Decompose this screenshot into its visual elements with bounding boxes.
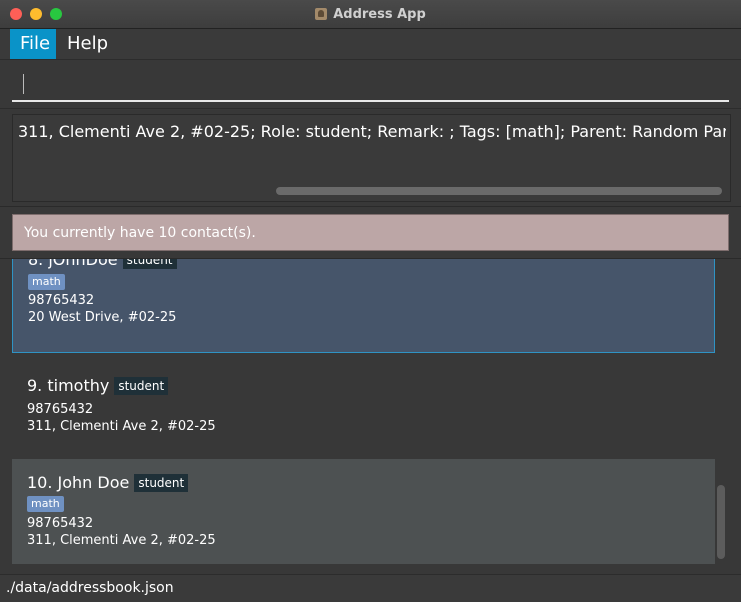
status-bar-footer: ./data/addressbook.json: [0, 574, 741, 602]
command-box-area: [0, 60, 741, 109]
contact-name: 8. jOhnDoe: [28, 259, 118, 269]
menu-file[interactable]: File: [10, 29, 56, 59]
contact-phone: 98765432: [27, 402, 94, 417]
contact-name-row: 9. timothy student: [27, 376, 169, 395]
status-banner: You currently have 10 contact(s).: [12, 214, 729, 251]
contact-card[interactable]: 9. timothy student 98765432 311, Clement…: [12, 353, 715, 459]
contact-phone: 98765432: [28, 293, 95, 308]
command-input[interactable]: [12, 68, 729, 102]
tag-badge: math: [28, 274, 65, 290]
result-horizontal-scrollbar[interactable]: [276, 187, 722, 195]
contact-name: 10. John Doe: [27, 473, 130, 492]
role-badge: student: [114, 376, 169, 395]
contact-phone: 98765432: [27, 516, 94, 531]
text-caret: [23, 74, 24, 94]
contact-name-row: 8. jOhnDoe student: [28, 259, 177, 269]
window-title: Address App: [333, 6, 426, 22]
contact-name-row: 10. John Doe student: [27, 473, 189, 492]
contact-book-icon: [315, 8, 328, 20]
contact-address: 311, Clementi Ave 2, #02-25: [27, 533, 216, 548]
tag-badge: math: [27, 496, 64, 512]
role-badge: student: [134, 473, 189, 492]
menu-help[interactable]: Help: [57, 29, 118, 59]
contact-card[interactable]: 10. John Doe student math 98765432 311, …: [12, 459, 715, 564]
divider: [0, 206, 741, 207]
menu-bar: File Help: [0, 29, 741, 60]
result-text: 311, Clementi Ave 2, #02-25; Role: stude…: [18, 122, 726, 141]
contact-card[interactable]: 8. jOhnDoe student math 98765432 20 West…: [12, 259, 715, 353]
contact-address: 311, Clementi Ave 2, #02-25: [27, 419, 216, 434]
contact-address: 20 West Drive, #02-25: [28, 310, 177, 325]
contact-name: 9. timothy: [27, 376, 110, 395]
status-message: You currently have 10 contact(s).: [24, 225, 256, 241]
window-title-group: Address App: [0, 0, 741, 28]
list-vertical-scrollbar[interactable]: [717, 485, 725, 559]
save-location-path: ./data/addressbook.json: [6, 580, 174, 596]
role-badge: student: [122, 259, 177, 269]
contact-list[interactable]: 8. jOhnDoe student math 98765432 20 West…: [12, 259, 729, 564]
result-display: 311, Clementi Ave 2, #02-25; Role: stude…: [12, 114, 731, 202]
title-bar: Address App: [0, 0, 741, 29]
